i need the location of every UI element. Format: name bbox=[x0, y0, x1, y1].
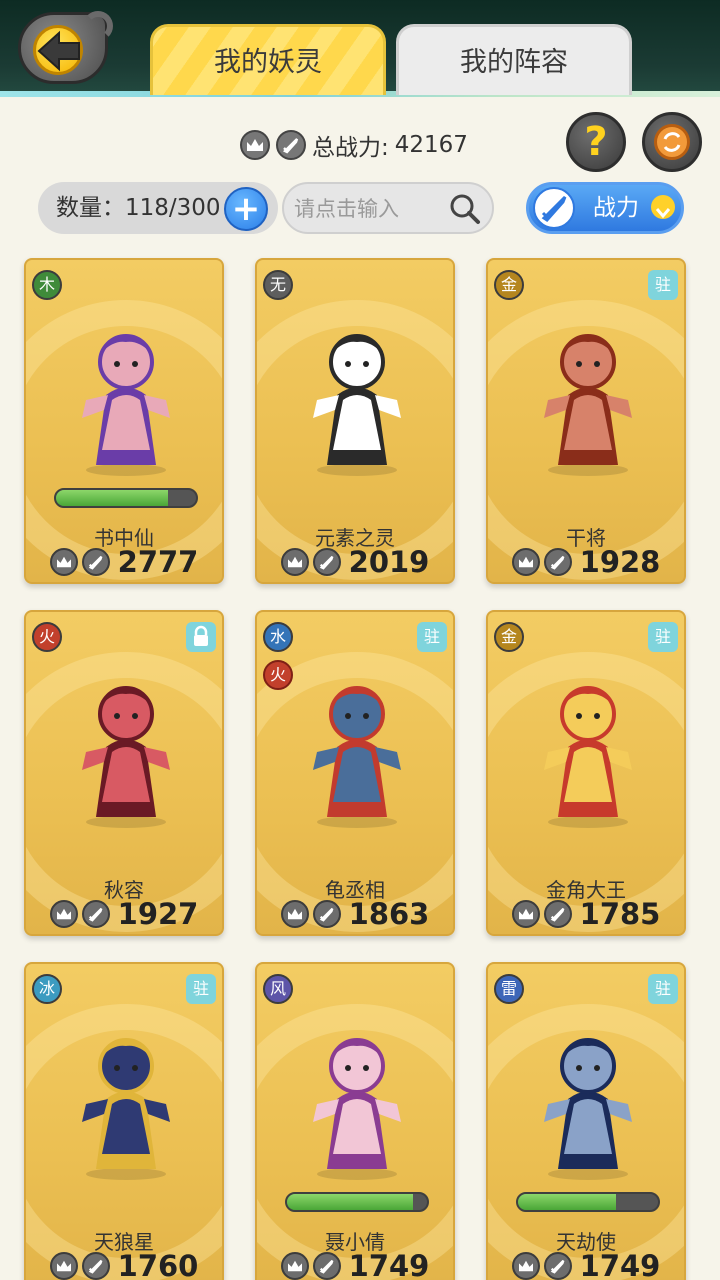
sword-icon bbox=[81, 548, 110, 576]
spirit-figure bbox=[544, 334, 632, 476]
element-badge: 水 bbox=[263, 622, 293, 652]
back-button[interactable] bbox=[18, 11, 113, 84]
health-bar-fill bbox=[56, 490, 168, 506]
spirit-card[interactable]: 火 秋容 1927 bbox=[24, 610, 224, 936]
spirit-power-value: 1863 bbox=[348, 897, 430, 931]
stationed-badge: 驻 bbox=[648, 270, 678, 300]
add-capacity-button[interactable]: + bbox=[224, 187, 268, 231]
stationed-badge: 驻 bbox=[186, 974, 216, 1004]
spirit-card[interactable]: 木 书中仙 2777 bbox=[24, 258, 224, 584]
spirit-figure bbox=[313, 1038, 401, 1180]
refresh-button[interactable] bbox=[642, 112, 702, 172]
spirit-figure bbox=[82, 686, 170, 828]
element-badge: 火 bbox=[32, 622, 62, 652]
spirit-power-value: 1927 bbox=[117, 897, 199, 931]
spirit-power-value: 1785 bbox=[579, 897, 661, 931]
crown-icon bbox=[511, 900, 540, 928]
spirit-figure bbox=[313, 686, 401, 828]
health-bar-fill bbox=[287, 1194, 413, 1210]
total-power-value: 42167 bbox=[394, 132, 468, 158]
sort-label: 战力 bbox=[593, 195, 639, 221]
tab-my-lineup[interactable]: 我的阵容 bbox=[396, 24, 632, 95]
spirit-figure bbox=[313, 334, 401, 476]
spirit-card[interactable]: 无 元素之灵 2019 bbox=[255, 258, 455, 584]
sword-icon bbox=[543, 1252, 572, 1280]
element-badge: 风 bbox=[263, 974, 293, 1004]
spirit-figure bbox=[82, 1038, 170, 1180]
spirit-power: 1760 bbox=[26, 1248, 222, 1280]
sword-icon bbox=[543, 900, 572, 928]
spirit-power: 2777 bbox=[26, 544, 222, 580]
stationed-badge: 驻 bbox=[648, 974, 678, 1004]
sword-icon bbox=[543, 548, 572, 576]
health-bar bbox=[54, 488, 198, 508]
spirit-power: 1749 bbox=[488, 1248, 684, 1280]
crown-icon bbox=[511, 548, 540, 576]
arrow-left-icon bbox=[37, 30, 80, 72]
element-badge: 金 bbox=[494, 270, 524, 300]
crown-icon bbox=[49, 900, 78, 928]
sword-icon bbox=[276, 130, 306, 160]
sword-icon bbox=[312, 900, 341, 928]
spirit-power: 1785 bbox=[488, 896, 684, 932]
spirit-figure bbox=[544, 686, 632, 828]
spirit-power-value: 2777 bbox=[117, 545, 199, 579]
health-bar bbox=[285, 1192, 429, 1212]
total-power: 总战力: 42167 bbox=[240, 128, 468, 162]
health-bar-fill bbox=[518, 1194, 616, 1210]
crown-icon bbox=[49, 548, 78, 576]
tab-my-spirits[interactable]: 我的妖灵 bbox=[150, 24, 386, 95]
sword-icon bbox=[533, 187, 575, 229]
spirit-figure bbox=[544, 1038, 632, 1180]
spirit-card[interactable]: 水火驻 龟丞相 1863 bbox=[255, 610, 455, 936]
spirit-power: 1928 bbox=[488, 544, 684, 580]
spirit-power-value: 2019 bbox=[348, 545, 430, 579]
search-input[interactable] bbox=[294, 192, 444, 226]
stationed-badge: 驻 bbox=[417, 622, 447, 652]
spirit-power: 1927 bbox=[26, 896, 222, 932]
health-bar bbox=[516, 1192, 660, 1212]
spirit-count-label: 数量： bbox=[56, 195, 125, 221]
spirit-figure bbox=[82, 334, 170, 476]
spirit-card[interactable]: 金驻 金角大王 1785 bbox=[486, 610, 686, 936]
crown-icon bbox=[49, 1252, 78, 1280]
sort-by-power-button[interactable]: 战力 bbox=[526, 182, 684, 234]
help-button[interactable]: ? bbox=[566, 112, 626, 172]
spirit-power: 2019 bbox=[257, 544, 453, 580]
spirit-power: 1863 bbox=[257, 896, 453, 932]
sword-icon bbox=[81, 1252, 110, 1280]
spirit-power-value: 1749 bbox=[348, 1249, 430, 1280]
spirit-power-value: 1928 bbox=[579, 545, 661, 579]
element-badge: 金 bbox=[494, 622, 524, 652]
spirit-card[interactable]: 金驻 干将 1928 bbox=[486, 258, 686, 584]
lock-icon bbox=[186, 622, 216, 652]
element-badge: 无 bbox=[263, 270, 293, 300]
crown-icon bbox=[240, 130, 270, 160]
spirit-card[interactable]: 雷驻 天劫使 1749 bbox=[486, 962, 686, 1280]
chevron-down-icon bbox=[651, 195, 675, 219]
sword-icon bbox=[81, 900, 110, 928]
spirit-count-value: 118/300 bbox=[125, 195, 221, 221]
crown-icon bbox=[280, 900, 309, 928]
sword-icon bbox=[312, 548, 341, 576]
element-badge: 木 bbox=[32, 270, 62, 300]
crown-icon bbox=[280, 1252, 309, 1280]
spirit-power: 1749 bbox=[257, 1248, 453, 1280]
spirit-card[interactable]: 风 聂小倩 1749 bbox=[255, 962, 455, 1280]
spirit-card[interactable]: 冰驻 天狼星 1760 bbox=[24, 962, 224, 1280]
total-power-label: 总战力: bbox=[312, 135, 389, 161]
element-badge: 雷 bbox=[494, 974, 524, 1004]
search-box bbox=[282, 182, 494, 234]
search-icon[interactable] bbox=[448, 192, 482, 226]
spirit-power-value: 1749 bbox=[579, 1249, 661, 1280]
element-badge: 冰 bbox=[32, 974, 62, 1004]
crown-icon bbox=[280, 548, 309, 576]
sword-icon bbox=[312, 1252, 341, 1280]
crown-icon bbox=[511, 1252, 540, 1280]
spirit-power-value: 1760 bbox=[117, 1249, 199, 1280]
stationed-badge: 驻 bbox=[648, 622, 678, 652]
refresh-icon bbox=[654, 124, 690, 160]
